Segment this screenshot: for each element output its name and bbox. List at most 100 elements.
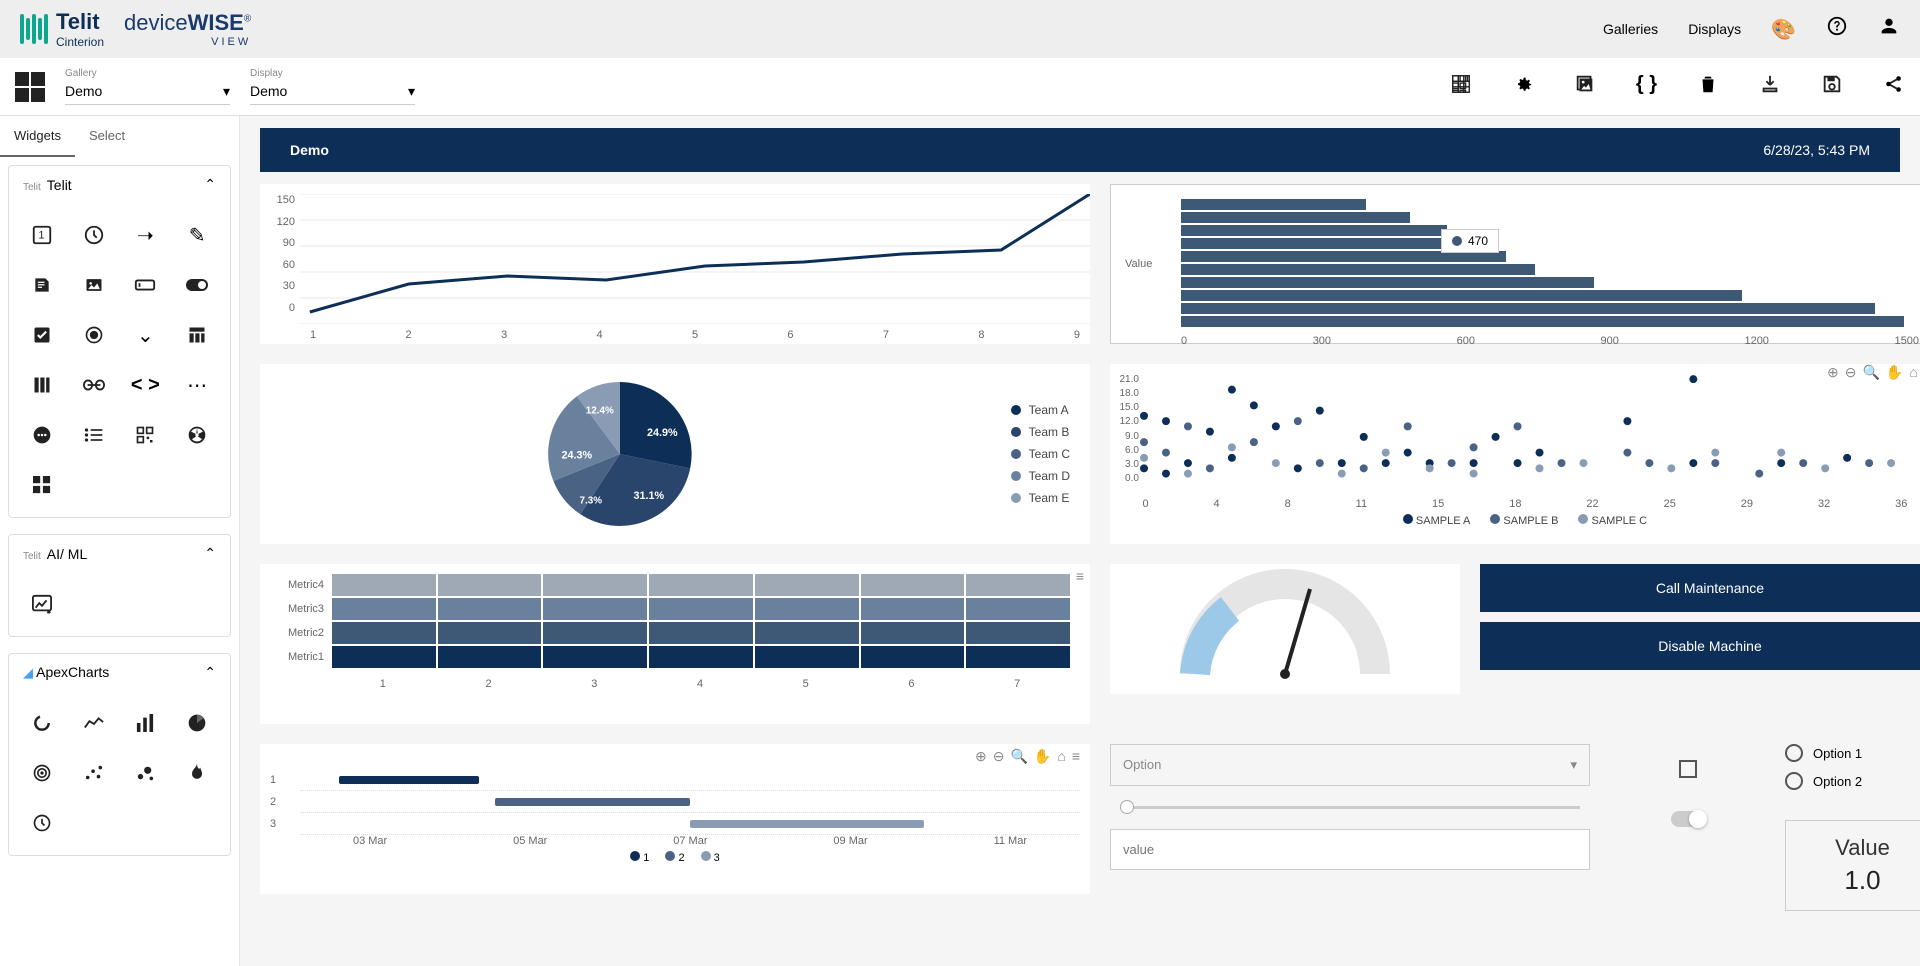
radio-group: Option 1 Option 2 (1785, 744, 1920, 790)
hbar-chart-widget[interactable]: ≡ Value 470 0 300 (1110, 184, 1920, 344)
widget-button-1-icon[interactable]: 1 (19, 213, 65, 257)
toggle-switch[interactable] (1671, 811, 1705, 827)
gauge-widget[interactable] (1110, 564, 1460, 694)
zoom-icon[interactable]: 🔍 (1010, 748, 1027, 765)
section-aiml-header[interactable]: TelitAI/ ML ⌃ (9, 535, 230, 572)
widget-input-icon[interactable] (123, 263, 169, 307)
widget-qr-icon[interactable] (123, 413, 169, 457)
checkbox[interactable] (1679, 760, 1697, 778)
value-card-value: 1.0 (1816, 865, 1909, 896)
pie-chart-widget[interactable]: 24.9% 31.1% 7.3% 24.3% 12.4% Team A Team… (260, 364, 1090, 544)
widget-image-icon[interactable] (71, 263, 117, 307)
section-telit-header[interactable]: TelitTelit ⌃ (9, 166, 230, 203)
logo-group: Telit Cinterion deviceWISE® VIEW (20, 9, 251, 49)
zoom-icon[interactable]: 🔍 (1862, 364, 1879, 381)
canvas-title: Demo (290, 142, 329, 158)
section-apex-header[interactable]: ◢ ApexCharts ⌃ (9, 654, 230, 691)
save-icon[interactable] (1821, 73, 1843, 101)
call-maintenance-button[interactable]: Call Maintenance (1480, 564, 1920, 612)
display-label: Display (250, 68, 415, 79)
widget-ai-image-icon[interactable] (19, 582, 65, 626)
widget-table-icon[interactable] (174, 313, 220, 357)
widget-list-icon[interactable] (71, 413, 117, 457)
gantt-chart-widget[interactable]: ⊕ ⊖ 🔍 ✋ ⌂ ≡ 1 2 3 03 Mar 05 Ma (260, 744, 1090, 894)
download-icon[interactable] (1759, 73, 1781, 101)
zoom-out-icon[interactable]: ⊖ (1845, 364, 1857, 381)
display-selector[interactable]: Display Demo▾ (250, 68, 415, 105)
grid-icon[interactable] (1450, 73, 1472, 101)
zoom-out-icon[interactable]: ⊖ (993, 748, 1005, 765)
section-aiml: TelitAI/ ML ⌃ (8, 534, 231, 637)
widget-radial-icon[interactable] (19, 751, 65, 795)
widget-bar-icon[interactable] (123, 701, 169, 745)
dashboard-canvas: Demo 6/28/23, 5:43 PM 150 120 90 60 30 0 (240, 116, 1920, 966)
slider[interactable] (1120, 806, 1580, 809)
widget-chevron-down-icon[interactable]: ⌄ (123, 313, 169, 357)
canvas-header: Demo 6/28/23, 5:43 PM (260, 128, 1900, 172)
scatter-chart-widget[interactable]: ⊕ ⊖ 🔍 ✋ ⌂ ≡ 21.0 18.0 15.0 12.0 9.0 6.0 (1110, 364, 1920, 544)
widget-checkbox-icon[interactable] (19, 313, 65, 357)
home-icon[interactable]: ⌂ (1057, 748, 1065, 765)
widget-link-icon[interactable] (71, 363, 117, 407)
widget-grid4-icon[interactable] (19, 463, 65, 507)
widget-line-icon[interactable] (71, 701, 117, 745)
palette-icon[interactable]: 🎨 (1771, 17, 1796, 42)
dashboard-icon[interactable] (15, 72, 45, 102)
user-icon[interactable] (1878, 15, 1900, 43)
disable-machine-button[interactable]: Disable Machine (1480, 622, 1920, 670)
widget-scatter-icon[interactable] (71, 751, 117, 795)
widget-dots-icon[interactable]: ⋯ (174, 363, 220, 407)
widget-flame-icon[interactable] (174, 751, 220, 795)
line-chart-widget[interactable]: 150 120 90 60 30 0 1 2 3 4 5 6 (260, 184, 1090, 344)
svg-text:7.3%: 7.3% (580, 496, 603, 507)
home-icon[interactable]: ⌂ (1909, 364, 1917, 381)
chevron-down-icon: ▾ (223, 83, 230, 100)
gallery-label: Gallery (65, 68, 230, 79)
widget-pencil-icon[interactable]: ✎ (174, 213, 220, 257)
menu-icon[interactable]: ≡ (1072, 748, 1080, 765)
chevron-up-icon: ⌃ (204, 545, 216, 562)
widget-code-icon[interactable]: < > (123, 363, 169, 407)
pan-icon[interactable]: ✋ (1886, 364, 1903, 381)
section-apex: ◢ ApexCharts ⌃ (8, 653, 231, 856)
widget-clock-icon[interactable] (71, 213, 117, 257)
widget-toggle-icon[interactable] (174, 263, 220, 307)
svg-text:31.1%: 31.1% (634, 490, 665, 502)
chevron-down-icon: ▾ (408, 83, 415, 100)
svg-text:24.9%: 24.9% (647, 427, 678, 439)
widget-arrows-icon[interactable]: ➝ (123, 213, 169, 257)
telit-logo: Telit Cinterion (20, 9, 104, 49)
radio-option-2[interactable]: Option 2 (1785, 772, 1920, 790)
pan-icon[interactable]: ✋ (1034, 748, 1051, 765)
radio-option-1[interactable]: Option 1 (1785, 744, 1920, 762)
widget-radiation-icon[interactable] (174, 413, 220, 457)
tab-select[interactable]: Select (75, 116, 139, 157)
widget-clock2-icon[interactable] (19, 801, 65, 845)
share-icon[interactable] (1883, 73, 1905, 101)
widget-menu-icon[interactable]: ≡ (1076, 568, 1084, 584)
widget-document-icon[interactable] (19, 263, 65, 307)
widget-donut-icon[interactable] (19, 701, 65, 745)
option-select[interactable]: Option▾ (1110, 744, 1590, 786)
delete-icon[interactable] (1697, 73, 1719, 101)
action-buttons: Call Maintenance Disable Machine (1480, 564, 1920, 724)
tab-widgets[interactable]: Widgets (0, 116, 75, 157)
value-card-title: Value (1816, 835, 1909, 861)
braces-icon[interactable]: { } (1636, 73, 1657, 101)
zoom-in-icon[interactable]: ⊕ (975, 748, 987, 765)
help-icon[interactable] (1826, 15, 1848, 43)
gallery-selector[interactable]: Gallery Demo▾ (65, 68, 230, 105)
settings-icon[interactable] (1512, 73, 1534, 101)
widget-pie-icon[interactable] (174, 701, 220, 745)
value-input[interactable] (1110, 829, 1590, 870)
widget-circle-dots-icon[interactable] (19, 413, 65, 457)
widget-radio-icon[interactable] (71, 313, 117, 357)
nav-displays[interactable]: Displays (1688, 21, 1741, 37)
nav-galleries[interactable]: Galleries (1603, 21, 1658, 37)
zoom-in-icon[interactable]: ⊕ (1827, 364, 1839, 381)
image-icon[interactable] (1574, 73, 1596, 101)
widget-columns-icon[interactable] (19, 363, 65, 407)
widget-bubble-icon[interactable] (123, 751, 169, 795)
heatmap-widget[interactable]: ≡ Metric4 Metric3 Metric2 Metric1 123456… (260, 564, 1090, 724)
chevron-up-icon: ⌃ (204, 176, 216, 193)
